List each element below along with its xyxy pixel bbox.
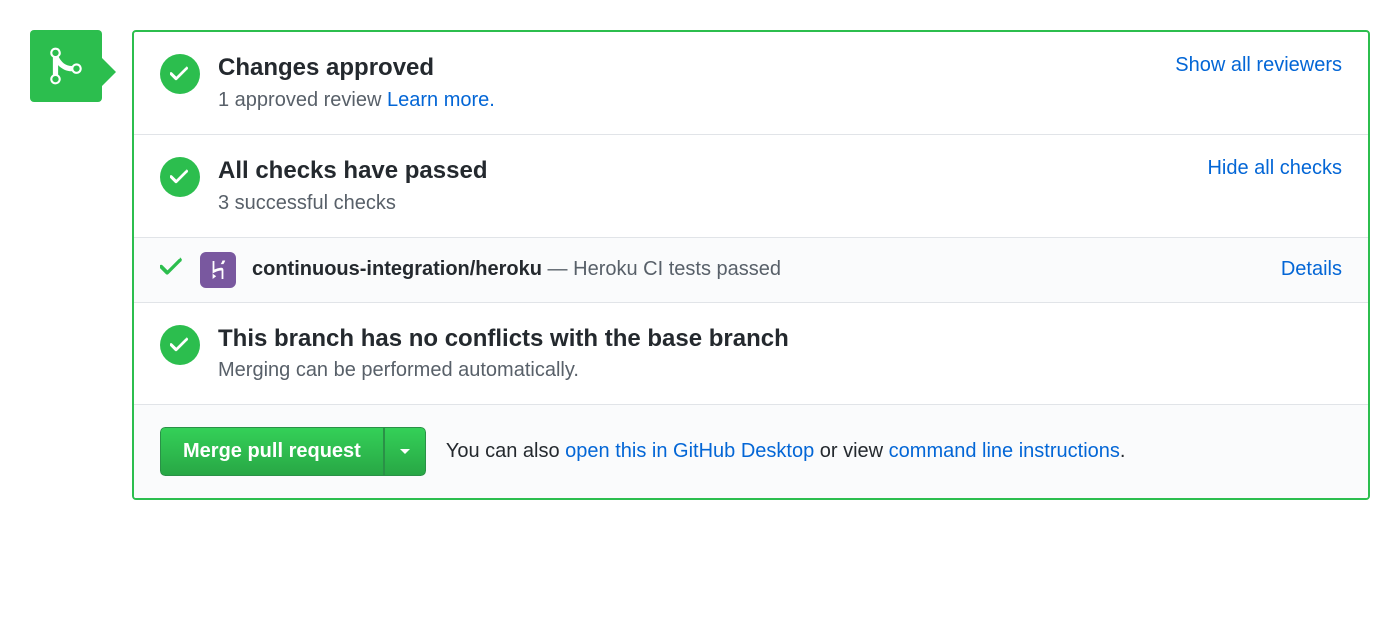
check-item-desc: Heroku CI tests passed [573,258,781,280]
merge-middle: or view [814,440,888,462]
check-icon [170,337,190,353]
merge-footer: Merge pull request You can also open thi… [134,405,1368,498]
merge-suffix: . [1120,440,1126,462]
show-all-reviewers-link[interactable]: Show all reviewers [1175,54,1342,77]
check-circle-icon [160,54,200,94]
approval-count-text: 1 approved review [218,89,387,111]
check-details-link[interactable]: Details [1281,258,1342,281]
conflicts-subtitle: Merging can be performed automatically. [218,359,1342,382]
check-item-name: continuous-integration/heroku [252,258,542,280]
checks-summary-section: All checks have passed Hide all checks 3… [134,135,1368,238]
check-circle-icon [160,157,200,197]
approval-subtitle: 1 approved review Learn more. [218,89,1342,112]
merge-prefix: You can also [446,440,565,462]
open-github-desktop-link[interactable]: open this in GitHub Desktop [565,440,814,462]
check-circle-icon [160,325,200,365]
conflicts-title: This branch has no conflicts with the ba… [218,325,1342,354]
check-icon [170,169,190,185]
checks-title: All checks have passed [218,157,487,186]
hide-all-checks-link[interactable]: Hide all checks [1207,157,1342,180]
check-icon [170,66,190,82]
merge-button-group: Merge pull request [160,427,426,476]
heroku-icon [200,252,236,288]
approval-section: Changes approved Show all reviewers 1 ap… [134,32,1368,135]
check-pass-icon [160,257,184,282]
conflicts-section: This branch has no conflicts with the ba… [134,303,1368,406]
approval-title: Changes approved [218,54,434,83]
git-merge-icon [48,45,84,87]
check-icon [160,257,184,277]
merge-status-panel: Changes approved Show all reviewers 1 ap… [132,30,1370,500]
learn-more-link[interactable]: Learn more. [387,89,495,111]
check-item-text: continuous-integration/heroku — Heroku C… [252,258,781,281]
merge-options-dropdown-button[interactable] [384,427,426,476]
merge-pull-request-button[interactable]: Merge pull request [160,427,384,476]
command-line-instructions-link[interactable]: command line instructions [889,440,1120,462]
merge-status-icon [30,30,102,102]
caret-down-icon [399,448,411,456]
check-item-row: continuous-integration/heroku — Heroku C… [134,238,1368,303]
merge-footer-text: You can also open this in GitHub Desktop… [446,440,1126,463]
check-item-sep: — [542,258,573,280]
checks-subtitle: 3 successful checks [218,192,1342,215]
